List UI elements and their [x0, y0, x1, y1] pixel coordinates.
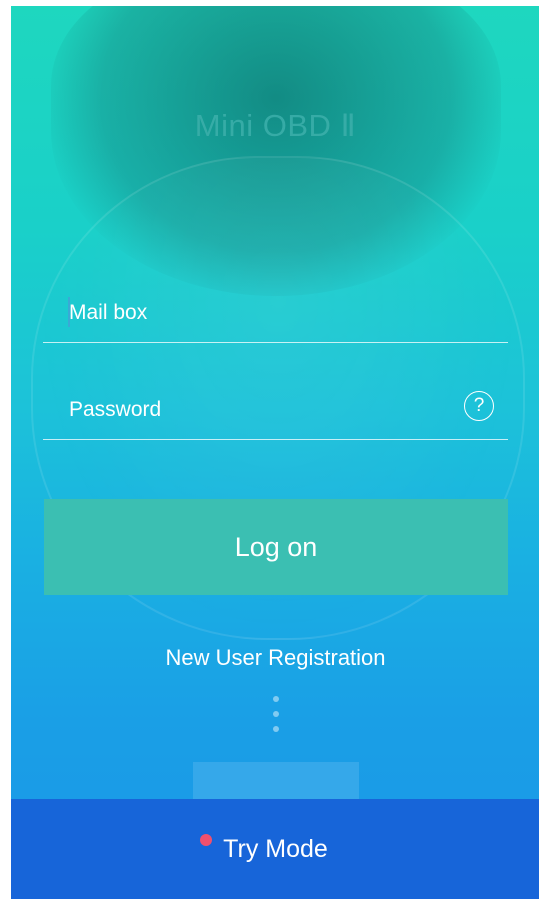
login-screen: Mini OBD Ⅱ ? Log on New User Registratio… — [11, 6, 539, 899]
email-input[interactable] — [69, 296, 449, 330]
indicator-dot — [273, 711, 279, 717]
indicator-dot — [273, 696, 279, 702]
register-link[interactable]: New User Registration — [11, 645, 539, 671]
app-title: Mini OBD Ⅱ — [194, 108, 357, 143]
help-icon[interactable]: ? — [464, 391, 494, 421]
password-field[interactable]: ? — [43, 379, 508, 440]
email-field[interactable] — [43, 282, 508, 343]
login-button[interactable]: Log on — [44, 499, 508, 595]
try-mode-button[interactable]: Try Mode — [11, 799, 539, 899]
scroll-indicator — [271, 696, 281, 741]
indicator-dot — [273, 726, 279, 732]
password-input[interactable] — [69, 393, 449, 427]
try-mode-label: Try Mode — [223, 835, 328, 863]
